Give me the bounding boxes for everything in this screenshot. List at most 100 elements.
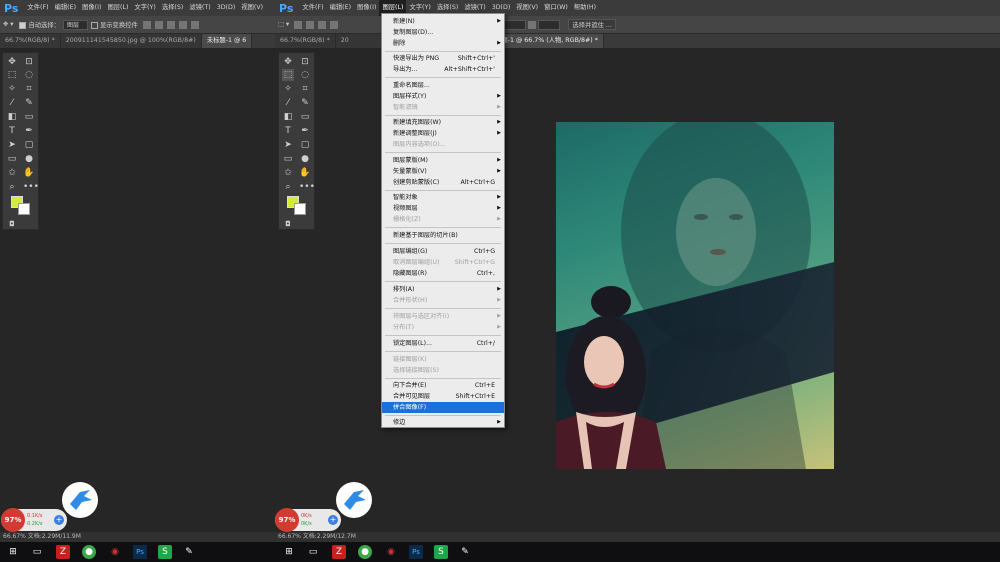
align-center-icon[interactable] [154, 20, 163, 29]
align-right-icon[interactable] [166, 20, 175, 29]
hand-tool-icon[interactable]: ✋ [23, 167, 35, 179]
menu-item-export-as[interactable]: 导出为... Alt+Shift+Ctrl+' [382, 64, 504, 75]
menu-image[interactable]: 图像(I) [354, 0, 379, 16]
brush-tool-icon[interactable]: ✎ [23, 97, 35, 109]
menu-file[interactable]: 文件(F) [24, 0, 51, 16]
menu-item-smart-filter[interactable]: 智能滤镜 ▶ [382, 102, 504, 113]
menu-item-distribute[interactable]: 分布(T) ▶ [382, 322, 504, 333]
magic-wand-icon[interactable]: ✧ [6, 83, 18, 95]
photoshop-taskbar-icon[interactable]: Ps [409, 545, 423, 559]
filezilla-icon[interactable]: Z [56, 545, 70, 559]
menu-view[interactable]: 视图(V) [513, 0, 541, 16]
background-color-swatch[interactable] [18, 203, 30, 215]
dodge-tool-icon[interactable]: ● [23, 153, 35, 165]
menu-item-rename-layer[interactable]: 重命名图层... [382, 80, 504, 91]
auto-select-checkbox[interactable]: 自动选择： [16, 20, 62, 29]
menu-item-new-fill-layer[interactable]: 新建填充图层(W) ▶ [382, 117, 504, 128]
menu-item-lock-layers[interactable]: 锁定图层(L)... Ctrl+/ [382, 338, 504, 349]
move-tool-icon[interactable]: ✥ [282, 56, 294, 68]
marquee-tool-icon[interactable]: ⬚ [6, 69, 18, 81]
menu-item-merge-down[interactable]: 向下合并(E) Ctrl+E [382, 380, 504, 391]
lasso-tool-icon[interactable]: ◌ [23, 69, 35, 81]
select-and-mask-button[interactable]: 选择并遮住 ... [568, 19, 616, 30]
windows-start-icon[interactable]: ⊞ [282, 545, 296, 559]
show-transform-checkbox[interactable]: 显示变换控件 [88, 20, 141, 29]
menu-item-merge-visible[interactable]: 合并可见图层 Shift+Ctrl+E [382, 391, 504, 402]
doc-tab[interactable]: 200911141545850.jpg @ 100%(RGB/8#) [60, 34, 202, 48]
artboard-tool-icon[interactable]: ⊡ [23, 56, 35, 68]
menu-filter[interactable]: 滤镜(T) [186, 0, 213, 16]
bird-app-icon[interactable] [62, 482, 98, 518]
menu-help[interactable]: 帮助(H) [571, 0, 599, 16]
doc-tab-active[interactable]: 未标题-1 @ 6 [201, 34, 253, 48]
rectangle-tool-icon[interactable]: ▢ [299, 139, 311, 151]
menu-item-new-layer-slice[interactable]: 新建基于图层的切片(B) [382, 230, 504, 241]
quick-mask-icon[interactable]: ◘ [6, 218, 18, 230]
background-color-swatch[interactable] [294, 203, 306, 215]
browser-icon[interactable]: ◉ [108, 545, 122, 559]
menu-window[interactable]: 窗口(W) [541, 0, 571, 16]
gradient-tool-icon[interactable]: ▭ [23, 111, 35, 123]
task-view-icon[interactable]: ▭ [30, 545, 44, 559]
eraser-tool-icon[interactable]: ◧ [6, 111, 18, 123]
menu-layer[interactable]: 图层(L) [104, 0, 131, 16]
height-field[interactable] [538, 19, 561, 30]
bird-app-icon[interactable] [336, 482, 372, 518]
eraser-tool-icon[interactable]: ◧ [282, 111, 294, 123]
crop-tool-icon[interactable]: ⌗ [23, 83, 35, 95]
blur-tool-icon[interactable]: ▭ [6, 153, 18, 165]
menu-item-select-linked-layers[interactable]: 选择链接图层(S) [382, 365, 504, 376]
menu-item-new-adjustment-layer[interactable]: 新建调整图层(J) ▶ [382, 128, 504, 139]
dodge-tool-icon[interactable]: ● [299, 153, 311, 165]
move-tool-icon[interactable]: ✥ [6, 56, 18, 68]
align-middle-icon[interactable] [190, 20, 199, 29]
more-tools-icon[interactable]: ••• [299, 181, 315, 193]
menu-edit[interactable]: 编辑(E) [327, 0, 355, 16]
marquee-tool-icon[interactable]: ⬚ [282, 69, 294, 81]
windows-start-icon[interactable]: ⊞ [6, 545, 20, 559]
menu-view[interactable]: 视图(V) [238, 0, 266, 16]
menu-item-arrange[interactable]: 排列(A) ▶ [382, 284, 504, 295]
artboard-tool-icon[interactable]: ⊡ [299, 56, 311, 68]
menu-item-combine-shapes[interactable]: 合并形状(H) ▶ [382, 295, 504, 306]
blur-tool-icon[interactable]: ▭ [282, 153, 294, 165]
custom-shape-icon[interactable]: ✩ [282, 167, 294, 179]
menu-edit[interactable]: 编辑(E) [52, 0, 80, 16]
doc-tab[interactable]: 66.7%(RGB/8) * [275, 34, 336, 48]
path-select-icon[interactable]: ➤ [6, 139, 18, 151]
rectangle-tool-icon[interactable]: ▢ [23, 139, 35, 151]
hand-tool-icon[interactable]: ✋ [299, 167, 311, 179]
zoom-tool-icon[interactable]: ⌕ [6, 181, 18, 193]
quick-mask-icon[interactable]: ◘ [282, 218, 294, 230]
zoom-tool-icon[interactable]: ⌕ [282, 181, 294, 193]
menu-image[interactable]: 图像(I) [79, 0, 104, 16]
menu-item-new[interactable]: 新建(N) ▶ [382, 16, 504, 27]
magic-wand-icon[interactable]: ✧ [282, 83, 294, 95]
custom-shape-icon[interactable]: ✩ [6, 167, 18, 179]
subtract-selection-icon[interactable] [318, 20, 327, 29]
path-select-icon[interactable]: ➤ [282, 139, 294, 151]
menu-item-clipping-mask[interactable]: 创建剪贴蒙版(C) Alt+Ctrl+G [382, 177, 504, 188]
type-tool-icon[interactable]: T [6, 125, 18, 137]
menu-item-vector-mask[interactable]: 矢量蒙版(V) ▶ [382, 166, 504, 177]
security-app-icon[interactable]: ● [358, 545, 372, 559]
security-app-icon[interactable]: ● [82, 545, 96, 559]
marquee-options-icon[interactable]: ⬚ ▾ [275, 21, 292, 28]
menu-item-smart-object[interactable]: 智能对象 ▶ [382, 192, 504, 203]
eyedropper-icon[interactable]: ⁄ [6, 97, 18, 109]
new-selection-icon[interactable] [294, 20, 303, 29]
menu-item-layer-mask[interactable]: 图层蒙版(M) ▶ [382, 155, 504, 166]
menu-item-link-layers[interactable]: 链接图层(K) [382, 354, 504, 365]
spreadsheet-app-icon[interactable]: S [158, 545, 172, 559]
browser-icon[interactable]: ◉ [384, 545, 398, 559]
menu-file[interactable]: 文件(F) [299, 0, 326, 16]
align-top-icon[interactable] [178, 20, 187, 29]
menu-item-align-to-selection[interactable]: 将图层与选区对齐(I) ▶ [382, 311, 504, 322]
menu-item-quick-export[interactable]: 快速导出为 PNG Shift+Ctrl+' [382, 53, 504, 64]
auto-select-dropdown[interactable]: 图层 [62, 19, 88, 30]
menu-item-hide-layers[interactable]: 隐藏图层(R) Ctrl+, [382, 268, 504, 279]
lasso-tool-icon[interactable]: ◌ [299, 69, 311, 81]
eyedropper-icon[interactable]: ⁄ [282, 97, 294, 109]
spreadsheet-app-icon[interactable]: S [434, 545, 448, 559]
more-tools-icon[interactable]: ••• [23, 181, 39, 193]
